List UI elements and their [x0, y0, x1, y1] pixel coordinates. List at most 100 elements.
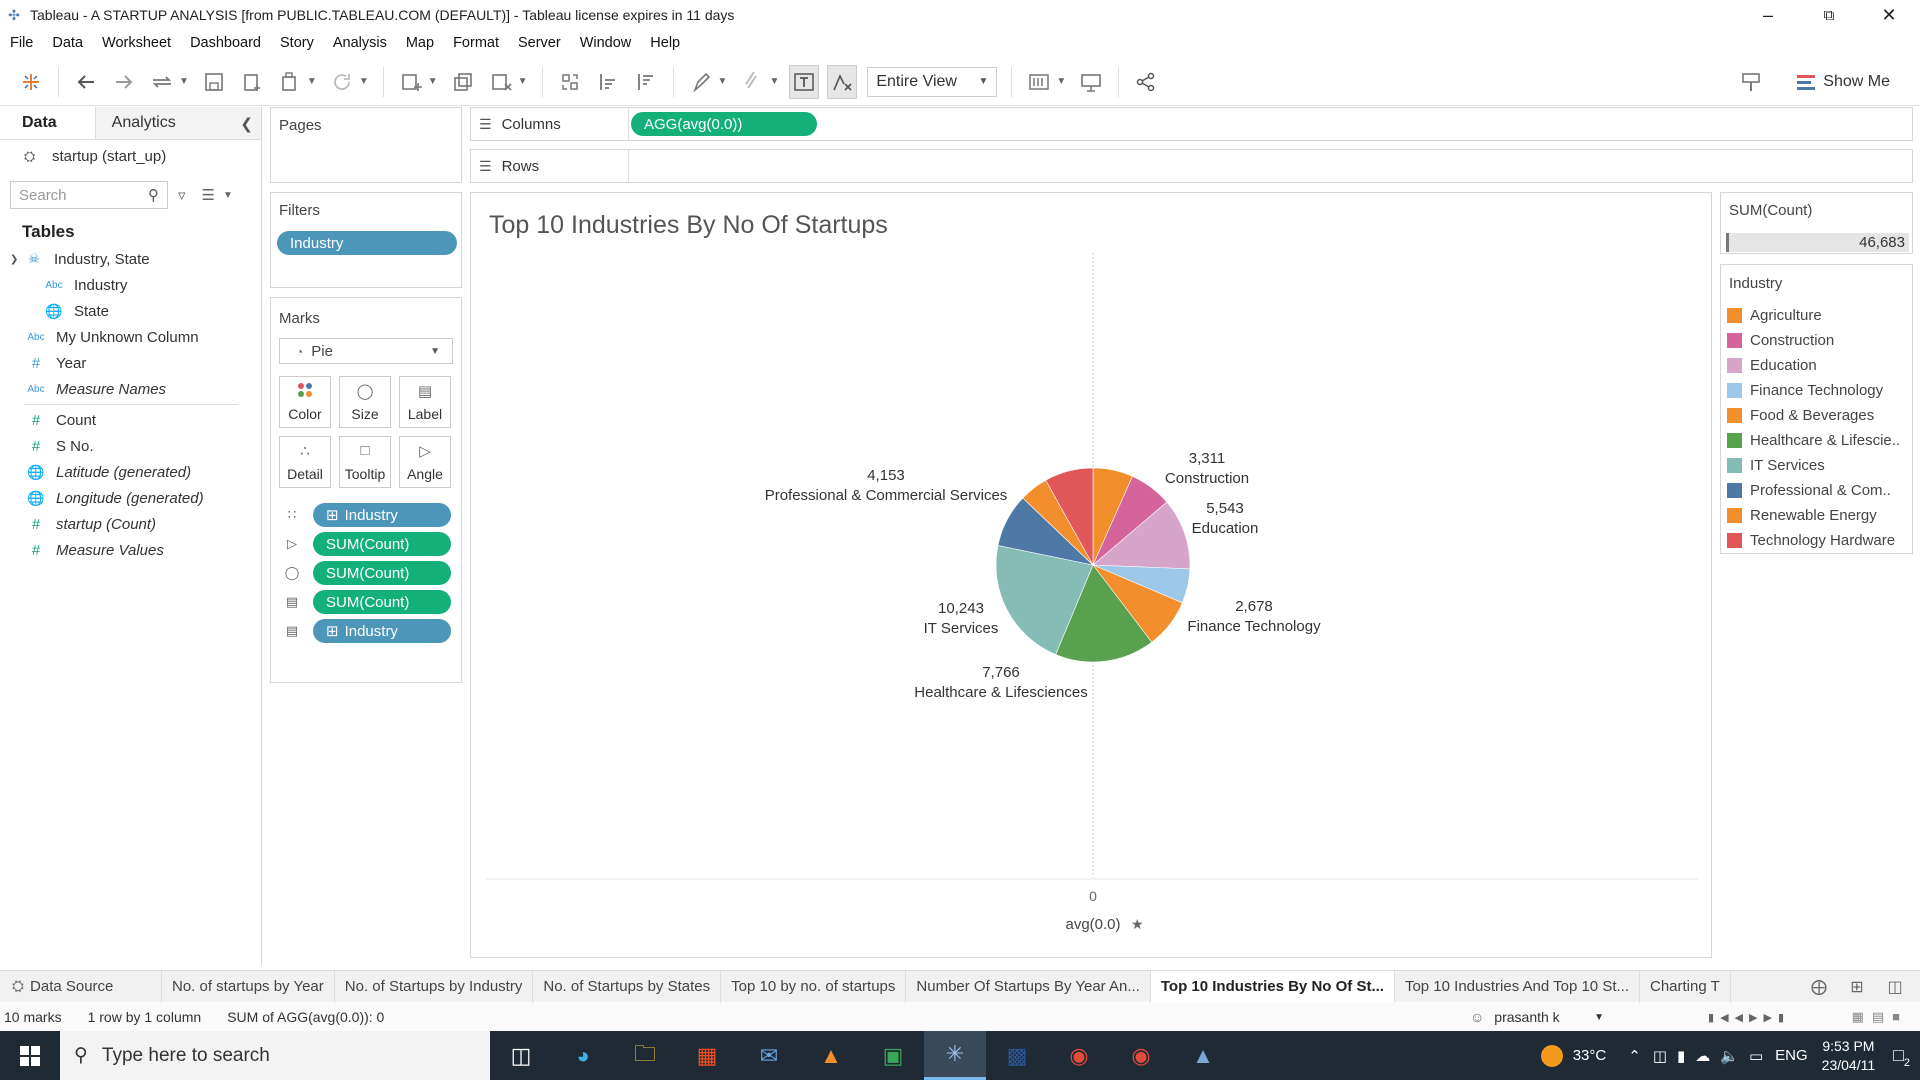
field-startup-count[interactable]: # startup (Count) — [0, 511, 261, 537]
app-icon[interactable]: ▲ — [1172, 1031, 1234, 1080]
chevron-down-icon[interactable]: ▼ — [307, 76, 317, 87]
detail-button[interactable]: ∴ Detail — [279, 436, 331, 488]
sheet-tab[interactable]: Charting T — [1640, 970, 1731, 1003]
edge-icon[interactable]: ◕ — [552, 1031, 614, 1080]
swap-rows-columns-icon[interactable] — [555, 65, 585, 99]
legend-item[interactable]: Renewable Energy — [1721, 503, 1912, 528]
pin-icon[interactable]: ★ — [1131, 916, 1144, 932]
show-mark-labels-icon[interactable] — [789, 64, 820, 99]
menu-worksheet[interactable]: Worksheet — [102, 35, 171, 51]
clock[interactable]: 9:53 PM 23/04/11 — [1822, 1037, 1875, 1075]
highlight-icon[interactable] — [686, 65, 716, 99]
new-story-icon[interactable]: ◫ — [1880, 970, 1910, 1004]
marks-pill-sum-count-angle[interactable]: SUM(Count) — [313, 532, 451, 556]
fix-axes-icon[interactable] — [827, 64, 858, 99]
field-measure-values[interactable]: # Measure Values — [0, 537, 261, 563]
new-worksheet-icon[interactable] — [396, 65, 426, 99]
menu-window[interactable]: Window — [580, 35, 632, 51]
x-axis-label[interactable]: avg(0.0) — [1065, 916, 1120, 933]
menu-server[interactable]: Server — [518, 35, 561, 51]
restore-button[interactable]: ⧉ — [1806, 0, 1852, 30]
tableau-logo-icon[interactable] — [16, 65, 46, 99]
sort-descending-icon[interactable] — [631, 65, 661, 99]
menu-help[interactable]: Help — [650, 35, 680, 51]
battery-icon[interactable]: ▮ — [1677, 1047, 1685, 1065]
notification-icon[interactable]: □ 2 — [1893, 1045, 1910, 1069]
label-button[interactable]: ▤ Label — [399, 376, 451, 428]
field-state[interactable]: 🌐 State — [0, 298, 261, 324]
menu-data[interactable]: Data — [52, 35, 83, 51]
legend-item[interactable]: Education — [1721, 353, 1912, 378]
new-dashboard-icon[interactable]: ⊞ — [1842, 970, 1872, 1004]
columns-shelf[interactable]: ☰ Columns AGG(avg(0.0)) — [470, 107, 1913, 141]
filter-fields-icon[interactable]: ▿ — [178, 186, 186, 204]
field-longitude[interactable]: 🌐 Longitude (generated) — [0, 485, 261, 511]
sheet-sorter-icons[interactable]: ▦▤■ — [1852, 1009, 1908, 1025]
volume-icon[interactable]: 🔈 — [1720, 1047, 1739, 1065]
tab-data-source[interactable]: ⛭ Data Source — [0, 970, 162, 1003]
start-button[interactable] — [0, 1031, 60, 1080]
legend-item[interactable]: Professional & Com.. — [1721, 478, 1912, 503]
field-year[interactable]: # Year — [0, 350, 261, 376]
legend-item[interactable]: Food & Beverages — [1721, 403, 1912, 428]
columns-pill[interactable]: AGG(avg(0.0)) — [631, 112, 817, 136]
mark-type-dropdown[interactable]: ◔ Pie ▼ — [279, 338, 453, 364]
chevron-down-icon[interactable]: ▼ — [718, 76, 728, 87]
marks-pill-sum-count-size[interactable]: SUM(Count) — [313, 561, 451, 585]
marks-pill-industry-color[interactable]: ⊞ Industry — [313, 503, 451, 527]
chevron-down-icon[interactable]: ▼ — [223, 190, 233, 201]
field-measure-names[interactable]: Abc Measure Names — [0, 376, 261, 402]
rows-shelf[interactable]: ☰ Rows — [470, 149, 1913, 183]
redo-icon[interactable] — [109, 65, 139, 99]
chrome-icon[interactable]: ◉ — [1048, 1031, 1110, 1080]
tableau-taskbar-icon[interactable]: ✳ — [924, 1031, 986, 1080]
format-painter-icon[interactable] — [1736, 65, 1766, 99]
view-options-icon[interactable]: ☰ — [202, 186, 215, 204]
legend-item[interactable]: Construction — [1721, 328, 1912, 353]
onedrive-icon[interactable]: ☁ — [1695, 1047, 1710, 1065]
chrome-profile-icon[interactable]: ◉ — [1110, 1031, 1172, 1080]
legend-item[interactable]: Healthcare & Lifescie.. — [1721, 428, 1912, 453]
group-members-icon[interactable] — [737, 65, 767, 99]
task-view-icon[interactable]: ◫ — [490, 1031, 552, 1080]
field-industry[interactable]: Abc Industry — [0, 272, 261, 298]
sheet-tab[interactable]: Number Of Startups By Year An... — [906, 970, 1151, 1003]
menu-format[interactable]: Format — [453, 35, 499, 51]
color-button[interactable]: Color — [279, 376, 331, 428]
legend-item[interactable]: Finance Technology — [1721, 378, 1912, 403]
sheet-tab[interactable]: Top 10 by no. of startups — [721, 970, 907, 1003]
show-me-button[interactable]: Show Me — [1797, 66, 1890, 98]
size-button[interactable]: ◯ Size — [339, 376, 391, 428]
user-dropdown[interactable]: ☺ prasanth k ▼ — [1464, 1004, 1612, 1030]
field-hierarchy-industry-state[interactable]: ❯ ☠ Industry, State — [0, 246, 261, 272]
legend-item[interactable]: IT Services — [1721, 453, 1912, 478]
menu-story[interactable]: Story — [280, 35, 314, 51]
word-icon[interactable]: ▩ — [986, 1031, 1048, 1080]
field-s-no[interactable]: # S No. — [0, 433, 261, 459]
tooltip-button[interactable]: □ Tooltip — [339, 436, 391, 488]
filter-pill-industry[interactable]: Industry — [277, 231, 457, 255]
marks-pill-industry-label[interactable]: ⊞ Industry — [313, 619, 451, 643]
search-input[interactable]: Search ⚲ — [10, 181, 168, 209]
menu-dashboard[interactable]: Dashboard — [190, 35, 261, 51]
mail-icon[interactable]: ✉ — [738, 1031, 800, 1080]
pause-updates-icon[interactable] — [275, 65, 305, 99]
minimize-button[interactable]: – — [1745, 0, 1791, 30]
clear-sheet-icon[interactable] — [486, 65, 516, 99]
display-icon[interactable]: ▭ — [1749, 1047, 1763, 1065]
chevron-down-icon[interactable]: ❯ — [10, 254, 24, 265]
field-my-unknown-column[interactable]: Abc My Unknown Column — [0, 324, 261, 350]
store-icon[interactable]: ▦ — [676, 1031, 738, 1080]
sheet-tab[interactable]: No. of Startups by Industry — [335, 970, 534, 1003]
chevron-down-icon[interactable]: ▼ — [518, 76, 528, 87]
chevron-up-icon[interactable]: ⌃ — [1628, 1047, 1641, 1065]
network-icon[interactable]: ◫ — [1653, 1047, 1667, 1065]
sheet-tab[interactable]: Top 10 Industries By No Of St... — [1150, 970, 1395, 1003]
sheet-tab[interactable]: No. of Startups by States — [533, 970, 722, 1003]
fit-view-dropdown[interactable]: Entire View ▼ — [867, 66, 998, 97]
sheet-navigation-icons[interactable]: ▮◀◀▶▶▮ — [1708, 1011, 1790, 1024]
vlc-icon[interactable]: ▲ — [800, 1031, 862, 1080]
file-explorer-icon[interactable]: 🗀 — [614, 1031, 676, 1080]
data-source-item[interactable]: ⛭ startup (start_up) — [0, 140, 261, 172]
angle-button[interactable]: ▷ Angle — [399, 436, 451, 488]
